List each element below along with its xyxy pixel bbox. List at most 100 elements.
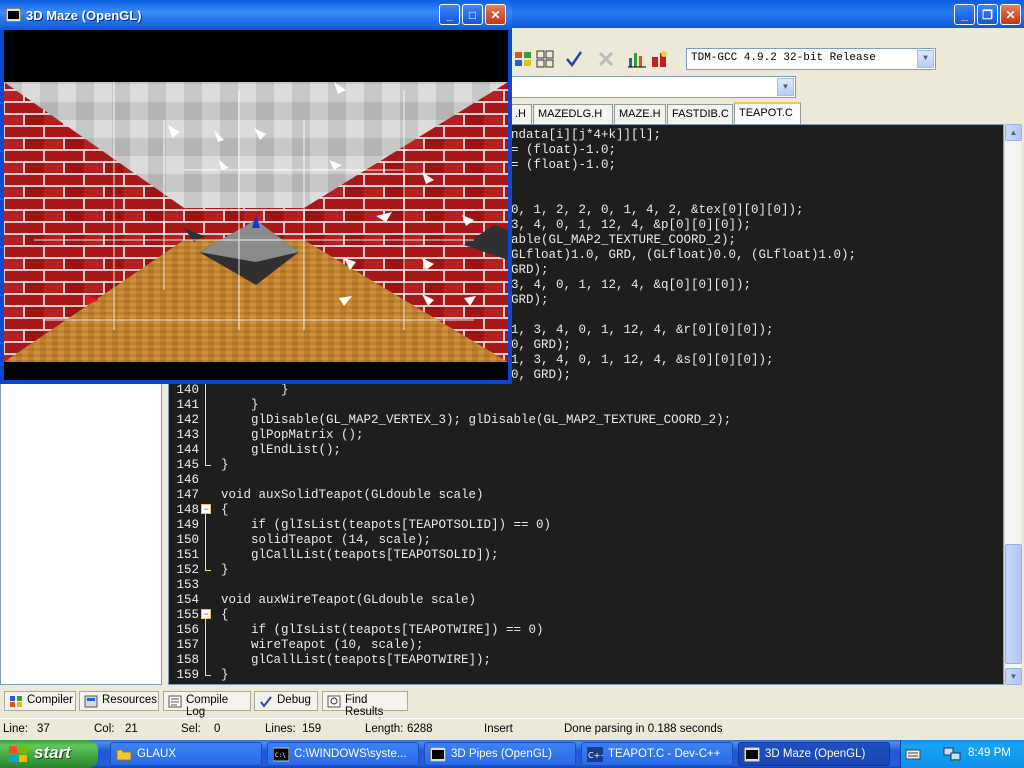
code-text: 3, 4, 0, 1, 12, 4, &p[0][0][0]); <box>511 218 752 232</box>
editor-scrollbar[interactable]: ▲ ▼ <box>1004 124 1022 685</box>
minimize-button[interactable]: _ <box>439 4 460 25</box>
code-text: glDisable(GL_MAP2_VERTEX_3); glDisable(G… <box>221 413 732 427</box>
taskbar-item-3d-maze[interactable]: 3D Maze (OpenGL) <box>738 742 890 766</box>
maze-titlebar[interactable]: 3D Maze (OpenGL) _ □ ✕ <box>0 0 512 30</box>
tab-compile-log[interactable]: Compile Log <box>163 691 251 718</box>
line-number: 146 <box>176 473 199 487</box>
close-button[interactable]: ✕ <box>1000 4 1021 25</box>
taskbar-item-devcpp[interactable]: C++ TEAPOT.C - Dev-C++ <box>581 742 733 766</box>
code-text: } <box>221 563 229 577</box>
tab-find-results[interactable]: Find Results <box>322 691 408 718</box>
profile-icon[interactable] <box>650 49 670 69</box>
keyboard-icon[interactable] <box>905 746 921 762</box>
status-length-value: 6288 <box>407 723 433 735</box>
code-text: able(GL_MAP2_TEXTURE_COORD_2); <box>511 233 737 247</box>
delete-icon[interactable] <box>596 49 616 69</box>
class-browser-icon[interactable] <box>513 49 533 69</box>
start-button[interactable]: start <box>0 740 98 768</box>
code-text: 1, 3, 4, 0, 1, 12, 4, &s[0][0][0]); <box>511 353 774 367</box>
network-icon[interactable] <box>943 746 961 762</box>
code-text: GRD); <box>511 293 549 307</box>
chevron-down-icon[interactable]: ▼ <box>917 50 934 68</box>
svg-text:C:\: C:\ <box>275 752 286 759</box>
line-number: 140 <box>176 383 199 397</box>
code-text: = (float)-1.0; <box>511 143 617 157</box>
maze-window-title: 3D Maze (OpenGL) <box>26 8 142 23</box>
close-button[interactable]: ✕ <box>485 4 506 25</box>
compiler-select[interactable]: TDM-GCC 4.9.2 32-bit Release ▼ <box>686 48 936 70</box>
status-col-value: 21 <box>125 723 138 735</box>
status-message: Done parsing in 0.188 seconds <box>564 723 723 735</box>
compiler-icon <box>10 696 22 707</box>
function-select[interactable]: ▼ <box>510 76 796 98</box>
status-line-value: 37 <box>37 723 50 735</box>
maze-bottom-black-band <box>4 362 508 380</box>
tab-label: Compile Log <box>186 694 229 718</box>
status-sel-value: 0 <box>214 723 221 735</box>
code-text: } <box>221 398 259 412</box>
tab-compiler[interactable]: Compiler <box>4 691 76 711</box>
minimize-button[interactable]: _ <box>954 4 975 25</box>
taskbar-clock[interactable]: 8:49 PM <box>968 747 1011 759</box>
maze-scene <box>4 30 508 380</box>
tab-teapot-c[interactable]: TEAPOT.C <box>734 102 801 125</box>
scrollbar-thumb[interactable] <box>1005 544 1022 664</box>
project-browser-panel[interactable] <box>0 382 162 685</box>
code-text: void auxSolidTeapot(GLdouble scale) <box>221 488 484 502</box>
compiler-select-value: TDM-GCC 4.9.2 32-bit Release <box>691 52 876 64</box>
line-number: 150 <box>176 533 199 547</box>
code-text: GRD); <box>511 263 549 277</box>
code-text: } <box>221 383 289 397</box>
code-text: solidTeapot (14, scale); <box>221 533 432 547</box>
code-text: = (float)-1.0; <box>511 158 617 172</box>
task-label: 3D Maze (OpenGL) <box>765 748 866 760</box>
code-text: 0, GRD); <box>511 368 572 382</box>
status-lines-label: Lines: <box>265 723 296 735</box>
code-text: } <box>221 458 229 472</box>
maze-3d-viewport[interactable] <box>4 30 508 380</box>
task-label: TEAPOT.C - Dev-C++ <box>608 748 721 760</box>
line-number: 157 <box>176 638 199 652</box>
taskbar-item-3d-pipes[interactable]: 3D Pipes (OpenGL) <box>424 742 576 766</box>
task-label: GLAUX <box>137 748 176 760</box>
scroll-up-icon[interactable]: ▲ <box>1005 124 1022 141</box>
chart-icon[interactable] <box>627 49 647 69</box>
code-line: 149 if (glIsList(teapots[TEAPOTSOLID]) =… <box>169 518 1003 533</box>
code-line: 155 { <box>169 608 1003 623</box>
code-text: glEndList(); <box>221 443 342 457</box>
start-label: start <box>34 743 71 762</box>
line-number: 159 <box>176 668 199 682</box>
tab-file[interactable]: .H <box>510 104 532 124</box>
code-line: 142 glDisable(GL_MAP2_VERTEX_3); glDisab… <box>169 413 1003 428</box>
code-line: 152} <box>169 563 1003 578</box>
tab-resources[interactable]: Resources <box>79 691 159 711</box>
code-text: 0, 1, 2, 2, 0, 1, 4, 2, &tex[0][0][0]); <box>511 203 804 217</box>
line-number: 144 <box>176 443 199 457</box>
taskbar-item-console[interactable]: C:\ C:\WINDOWS\syste... <box>267 742 419 766</box>
taskbar-item-glaux[interactable]: GLAUX <box>110 742 262 766</box>
maze-window[interactable]: 3D Maze (OpenGL) _ □ ✕ <box>0 0 512 384</box>
grid-layout-icon[interactable] <box>535 49 555 69</box>
line-number: 152 <box>176 563 199 577</box>
tab-mazedlg-h[interactable]: MAZEDLG.H <box>533 104 613 124</box>
code-text: glCallList(teapots[TEAPOTSOLID]); <box>221 548 499 562</box>
maximize-button[interactable]: □ <box>462 4 483 25</box>
compile-log-icon <box>168 695 182 708</box>
line-number: 145 <box>176 458 199 472</box>
code-text: GLfloat)1.0, GRD, (GLfloat)0.0, (GLfloat… <box>511 248 857 262</box>
check-syntax-icon[interactable] <box>564 49 584 69</box>
code-text: 0, GRD); <box>511 338 572 352</box>
code-text: glCallList(teapots[TEAPOTWIRE]); <box>221 653 492 667</box>
tab-maze-h[interactable]: MAZE.H <box>614 104 666 124</box>
opengl-window-icon <box>430 747 446 762</box>
scroll-down-icon[interactable]: ▼ <box>1005 668 1022 685</box>
line-number: 141 <box>176 398 199 412</box>
line-number: 153 <box>176 578 199 592</box>
restore-button[interactable]: ❐ <box>977 4 998 25</box>
code-text: } <box>221 668 229 682</box>
tab-fastdib-c[interactable]: FASTDIB.C <box>667 104 733 124</box>
tab-debug[interactable]: Debug <box>254 691 318 711</box>
chevron-down-icon[interactable]: ▼ <box>777 78 794 96</box>
status-bar: Line: 37 Col: 21 Sel: 0 Lines: 159 Lengt… <box>0 718 1024 740</box>
opengl-window-icon <box>6 8 21 22</box>
